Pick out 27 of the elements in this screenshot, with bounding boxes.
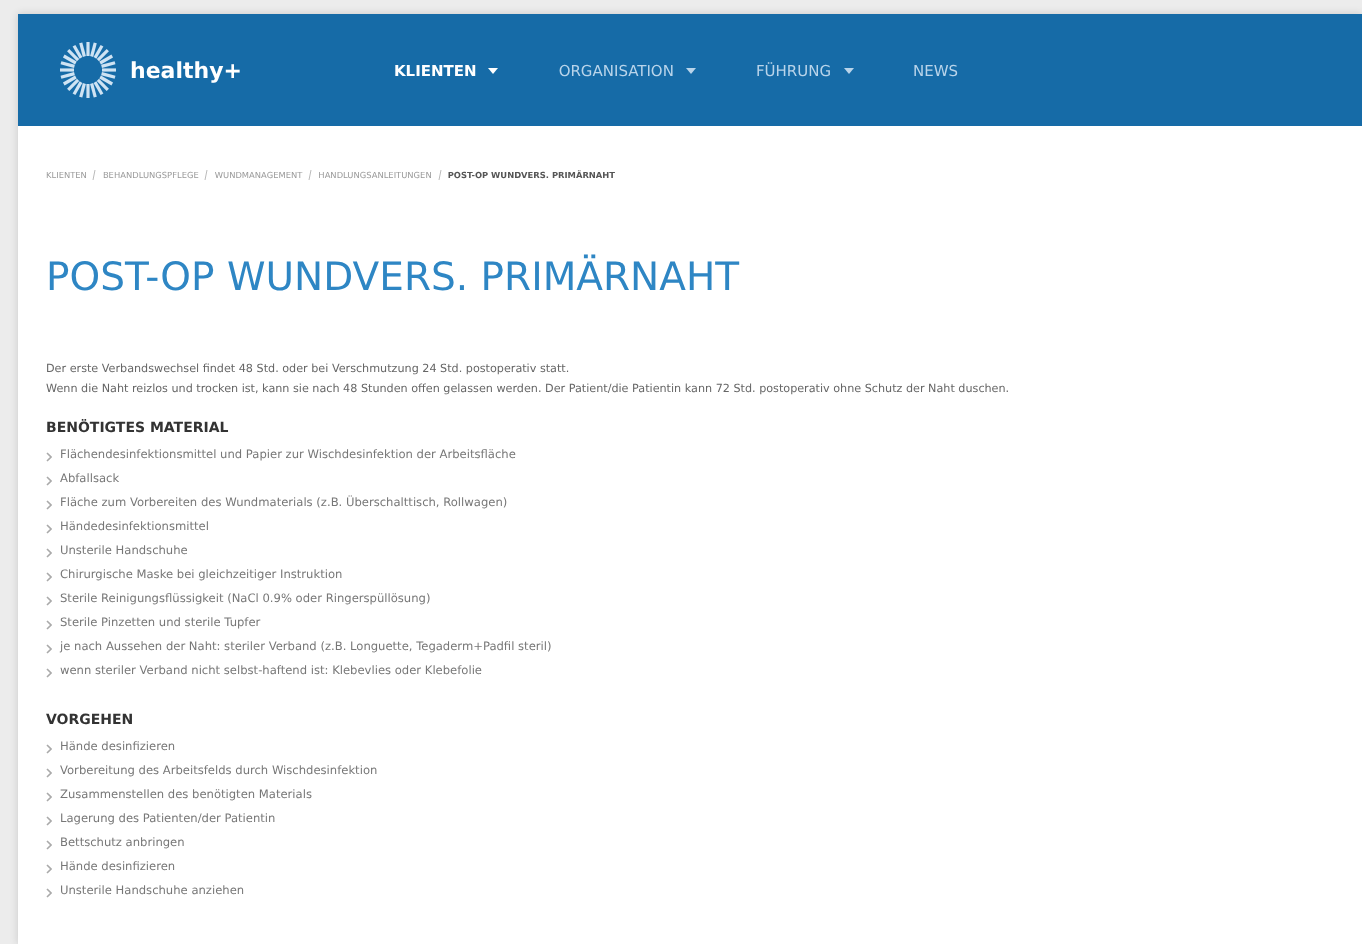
chevron-icon [46, 887, 52, 897]
chevron-icon [46, 863, 52, 873]
chevron-icon [46, 475, 52, 485]
chevron-icon [46, 667, 52, 677]
chevron-icon [46, 791, 52, 801]
caret-icon [685, 67, 696, 73]
separator-icon [204, 170, 209, 180]
logo-icon [58, 40, 118, 100]
chevron-icon [46, 643, 52, 653]
chevron-icon [46, 767, 52, 777]
logo-text: healthy+ [130, 57, 242, 83]
chevron-icon [46, 595, 52, 605]
chevron-icon [46, 571, 52, 581]
chevron-icon [46, 547, 52, 557]
chevron-icon [46, 523, 52, 533]
chevron-icon [46, 619, 52, 629]
chevron-icon [46, 815, 52, 825]
separator-icon [308, 170, 313, 180]
chevron-icon [46, 839, 52, 849]
chevron-icon [46, 451, 52, 461]
chevron-icon [46, 499, 52, 509]
page-title: POST-OP WUNDVERS. PRIMÄRNAHT [46, 254, 742, 300]
caret-icon [488, 67, 499, 73]
separator-icon [437, 170, 442, 180]
separator-icon [92, 170, 97, 180]
caret-icon [843, 67, 854, 73]
chevron-icon [46, 743, 52, 753]
